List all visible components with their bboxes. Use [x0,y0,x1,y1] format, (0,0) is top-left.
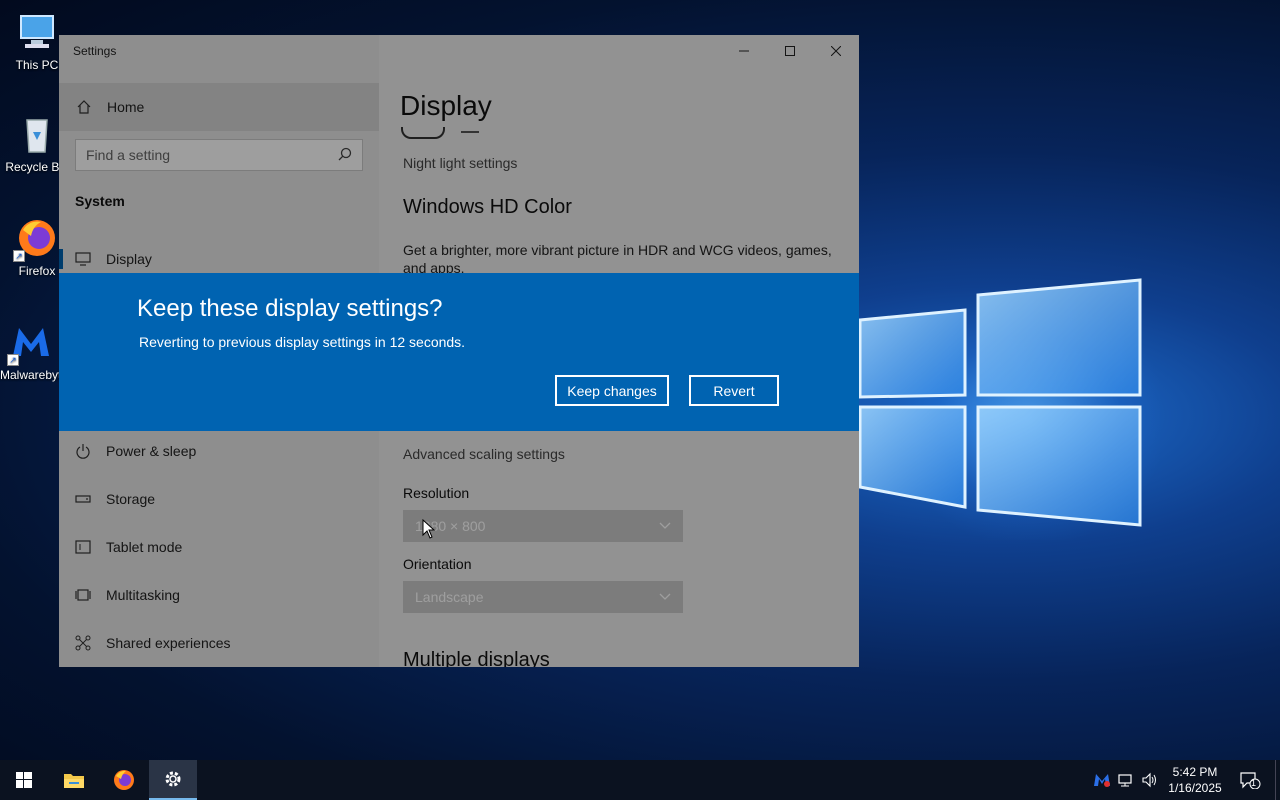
notification-icon [1240,772,1261,789]
windows-start-icon [16,772,32,788]
malwarebytes-icon: ↗ [7,320,53,366]
desktop-icon-malwarebytes[interactable]: ↗ Malwarebytes [0,320,62,382]
taskbar-clock[interactable]: 5:42 PM 1/16/2025 [1162,764,1228,796]
notification-count: 1 [1251,778,1257,788]
gear-icon [165,771,181,787]
firefox-icon: ↗ [13,216,59,262]
firefox-icon [114,770,134,790]
dialog-message: Reverting to previous display settings i… [139,334,466,350]
action-center-button[interactable]: 1 [1238,770,1262,790]
show-desktop-button[interactable] [1275,760,1280,800]
clock-time: 5:42 PM [1172,765,1218,779]
taskbar-file-explorer[interactable] [50,760,98,800]
taskbar-firefox[interactable] [100,760,148,800]
taskbar-settings[interactable] [149,760,197,800]
windows-logo-wallpaper [858,278,1142,527]
volume-icon[interactable] [1140,770,1160,790]
computer-icon [15,10,59,54]
shortcut-arrow-icon: ↗ [13,250,25,262]
keep-changes-button[interactable]: Keep changes [555,375,669,406]
folder-icon [64,774,84,788]
keep-settings-dialog: Keep these display settings? Reverting t… [59,273,859,431]
mouse-cursor-icon [422,519,436,539]
recycle-bin-icon [15,112,59,156]
desktop-icon-label: Malwarebytes [0,368,62,382]
start-button[interactable] [0,760,48,800]
revert-button[interactable]: Revert [689,375,779,406]
shortcut-arrow-icon: ↗ [7,354,19,366]
dialog-title: Keep these display settings? [137,295,443,322]
network-icon[interactable] [1116,770,1136,790]
taskbar: 5:42 PM 1/16/2025 1 [0,760,1280,800]
malwarebytes-tray-icon[interactable] [1092,770,1112,790]
clock-date: 1/16/2025 [1168,781,1222,795]
